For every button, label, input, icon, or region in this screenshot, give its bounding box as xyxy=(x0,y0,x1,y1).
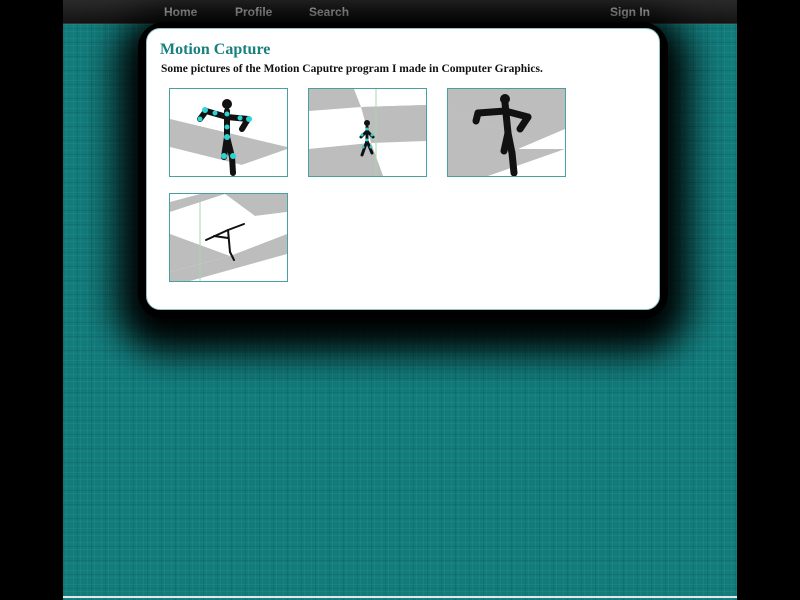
page-title: Motion Capture xyxy=(160,41,271,58)
nav-profile-link[interactable]: Profile xyxy=(235,5,272,19)
gallery-thumbnail-3[interactable] xyxy=(447,88,566,177)
motion-capture-figure-image xyxy=(448,89,565,176)
gallery-thumbnail-2[interactable] xyxy=(308,88,427,177)
motion-capture-figure-image xyxy=(309,89,426,176)
gallery-thumbnail-1[interactable] xyxy=(169,88,288,177)
page-bottom-line xyxy=(63,596,737,598)
nav-sign-in-link[interactable]: Sign In xyxy=(610,5,650,19)
gallery-thumbnail-4[interactable] xyxy=(169,193,288,282)
motion-capture-figure-image xyxy=(170,89,287,176)
nav-search-link[interactable]: Search xyxy=(309,5,349,19)
nav-home-link[interactable]: Home xyxy=(164,5,197,19)
top-navigation-bar: Home Profile Search Sign In xyxy=(63,0,737,24)
page-description: Some pictures of the Motion Caputre prog… xyxy=(161,63,543,75)
motion-capture-figure-image xyxy=(170,194,287,281)
content-card: Motion Capture Some pictures of the Moti… xyxy=(146,28,660,310)
